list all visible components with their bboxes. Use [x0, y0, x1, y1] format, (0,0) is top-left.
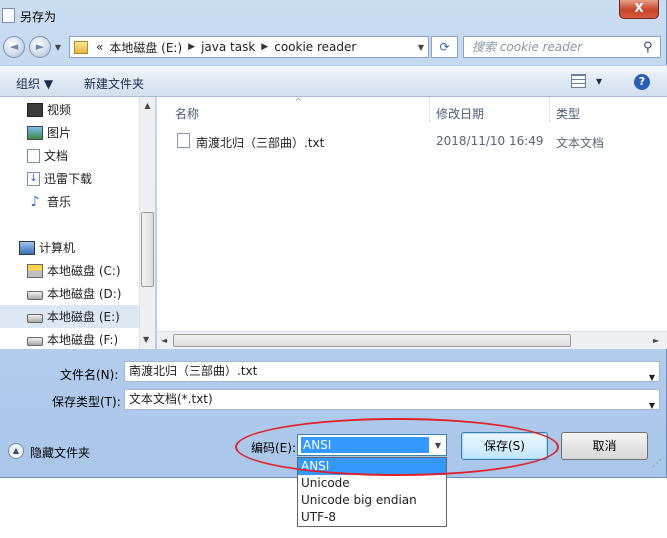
sidebar-item-computer[interactable]: 计算机: [19, 236, 139, 259]
breadcrumb-cookie-reader[interactable]: cookie reader: [268, 40, 362, 54]
sidebar-scroll-thumb[interactable]: [141, 212, 154, 287]
chevron-up-icon[interactable]: ▲: [8, 443, 24, 459]
save-button[interactable]: 保存(S): [461, 432, 548, 460]
navigation-pane: 视频 图片 文档 ↓ 迅雷下载 ♪ 音乐 计算机 本地磁盘 (C:) 本地磁盘 (D…: [0, 97, 155, 349]
filetype-select[interactable]: 文本文档(*.txt) ▼: [124, 389, 660, 410]
drive-icon: [27, 336, 43, 346]
encoding-dropdown-icon[interactable]: ▼: [435, 441, 441, 450]
encoding-select[interactable]: ANSI ▼: [297, 434, 447, 456]
document-icon: [2, 8, 15, 23]
sidebar-item-label: 文档: [44, 149, 69, 163]
scroll-right-icon[interactable]: ►: [653, 336, 659, 345]
filename-label: 文件名(N):: [60, 368, 119, 382]
view-icon[interactable]: [571, 74, 586, 88]
file-list-scroll-thumb[interactable]: [173, 334, 571, 347]
sidebar-item-videos[interactable]: 视频: [27, 98, 139, 121]
sidebar-item-drive-f[interactable]: 本地磁盘 (F:): [0, 328, 140, 351]
back-button[interactable]: ◄: [3, 36, 25, 58]
hide-folders-toggle[interactable]: 隐藏文件夹: [30, 444, 90, 461]
music-icon: ♪: [30, 193, 40, 210]
column-header-name[interactable]: 名称: [175, 105, 199, 122]
breadcrumb-separator-icon[interactable]: ▶: [261, 42, 268, 52]
filetype-value: 文本文档(*.txt): [129, 392, 213, 406]
sidebar-item-thunder-downloads[interactable]: ↓ 迅雷下载: [27, 167, 139, 190]
download-icon: ↓: [27, 171, 40, 186]
address-bar[interactable]: « 本地磁盘 (E:) ▶ java task ▶ cookie reader …: [69, 36, 429, 58]
forward-button[interactable]: ►: [29, 36, 51, 58]
organize-menu[interactable]: 组织 ▼: [16, 75, 53, 92]
sort-ascending-icon: ^: [295, 97, 302, 106]
encoding-option-unicode-big-endian[interactable]: Unicode big endian: [298, 492, 446, 509]
file-name-cell: 南渡北归（三部曲）.txt: [196, 136, 325, 150]
refresh-button[interactable]: ⟳: [431, 36, 458, 58]
filename-input[interactable]: 南渡北归（三部曲）.txt ▼: [124, 361, 660, 382]
sidebar-item-label: 音乐: [47, 195, 72, 209]
cancel-button[interactable]: 取消: [561, 432, 648, 460]
scroll-down-icon[interactable]: ▼: [143, 335, 149, 344]
sidebar-item-drive-e[interactable]: 本地磁盘 (E:): [0, 305, 140, 328]
column-header-date[interactable]: 修改日期: [436, 105, 484, 122]
table-row[interactable]: 南渡北归（三部曲）.txt 2018/11/10 16:49 文本文档: [175, 132, 665, 152]
help-icon[interactable]: ?: [634, 74, 650, 90]
resize-grip-icon[interactable]: ⋰: [652, 458, 664, 470]
address-prefix[interactable]: «: [92, 40, 107, 54]
sidebar-item-label: 本地磁盘 (D:): [47, 287, 122, 301]
search-input[interactable]: 搜索 cookie reader: [463, 36, 661, 58]
history-dropdown-icon[interactable]: ▼: [53, 43, 63, 52]
scroll-up-icon[interactable]: ▲: [140, 101, 155, 110]
column-divider[interactable]: [429, 97, 430, 123]
view-dropdown-icon[interactable]: ▾: [596, 74, 602, 88]
sidebar-item-label: 本地磁盘 (F:): [47, 333, 119, 347]
breadcrumb-separator-icon[interactable]: ▶: [188, 42, 195, 52]
sidebar-item-label: 本地磁盘 (C:): [47, 264, 121, 278]
encoding-dropdown-list: ANSI Unicode Unicode big endian UTF-8: [297, 457, 447, 527]
drive-icon: [27, 313, 43, 323]
scroll-left-icon[interactable]: ◄: [161, 336, 167, 345]
new-folder-button[interactable]: 新建文件夹: [84, 75, 144, 92]
column-divider[interactable]: [549, 97, 550, 123]
breadcrumb-drive[interactable]: 本地磁盘 (E:): [107, 39, 188, 56]
sidebar-item-label: 本地磁盘 (E:): [47, 310, 120, 324]
text-file-icon: [177, 133, 190, 148]
filename-dropdown-icon[interactable]: ▼: [649, 368, 655, 387]
filetype-dropdown-icon[interactable]: ▼: [649, 396, 655, 415]
sidebar-item-documents[interactable]: 文档: [27, 144, 139, 167]
sidebar-item-label: 图片: [47, 126, 72, 140]
encoding-option-unicode[interactable]: Unicode: [298, 475, 446, 492]
sidebar-item-music[interactable]: ♪ 音乐: [27, 190, 139, 213]
file-list-hscrollbar[interactable]: ◄ ►: [157, 331, 667, 349]
file-type-cell: 文本文档: [556, 136, 605, 150]
encoding-label: 编码(E):: [251, 441, 296, 455]
sidebar-item-drive-c[interactable]: 本地磁盘 (C:): [0, 259, 140, 282]
computer-icon: [19, 240, 35, 255]
sidebar-item-pictures[interactable]: 图片: [27, 121, 139, 144]
command-toolbar: 组织 ▼ 新建文件夹 ▾ ?: [0, 65, 667, 97]
folder-icon: [74, 40, 88, 54]
encoding-option-utf8[interactable]: UTF-8: [298, 509, 446, 526]
sidebar-item-label: 迅雷下载: [44, 172, 93, 186]
encoding-value: ANSI: [301, 437, 429, 453]
breadcrumb-java-task[interactable]: java task: [195, 40, 261, 54]
sidebar-scrollbar[interactable]: ▲ ▼: [139, 97, 155, 349]
sidebar-item-label: 视频: [47, 103, 72, 117]
file-list-pane: ^ 名称 修改日期 类型 南渡北归（三部曲）.txt 2018/11/10 16…: [157, 97, 667, 349]
column-header-type[interactable]: 类型: [556, 105, 580, 122]
address-dropdown-icon[interactable]: ▼: [418, 43, 424, 52]
filetype-label: 保存类型(T):: [52, 395, 121, 409]
sidebar-item-label: 计算机: [39, 241, 76, 255]
search-icon[interactable]: ⚲: [643, 40, 653, 55]
close-button[interactable]: X: [619, 0, 659, 19]
filename-value: 南渡北归（三部曲）.txt: [129, 364, 258, 378]
window-title: 另存为: [20, 10, 57, 24]
sidebar-item-drive-d[interactable]: 本地磁盘 (D:): [0, 282, 140, 305]
encoding-option-ansi[interactable]: ANSI: [298, 458, 446, 475]
file-date-cell: 2018/11/10 16:49: [436, 134, 544, 148]
save-as-dialog: 另存为 X ◄ ► ▼ « 本地磁盘 (E:) ▶ java task ▶ co…: [0, 0, 667, 478]
video-icon: [27, 102, 43, 117]
document-icon: [27, 148, 40, 163]
picture-icon: [27, 125, 43, 140]
windows-drive-icon: [27, 263, 43, 278]
drive-icon: [27, 290, 43, 300]
title-bar: 另存为 X: [0, 0, 667, 30]
